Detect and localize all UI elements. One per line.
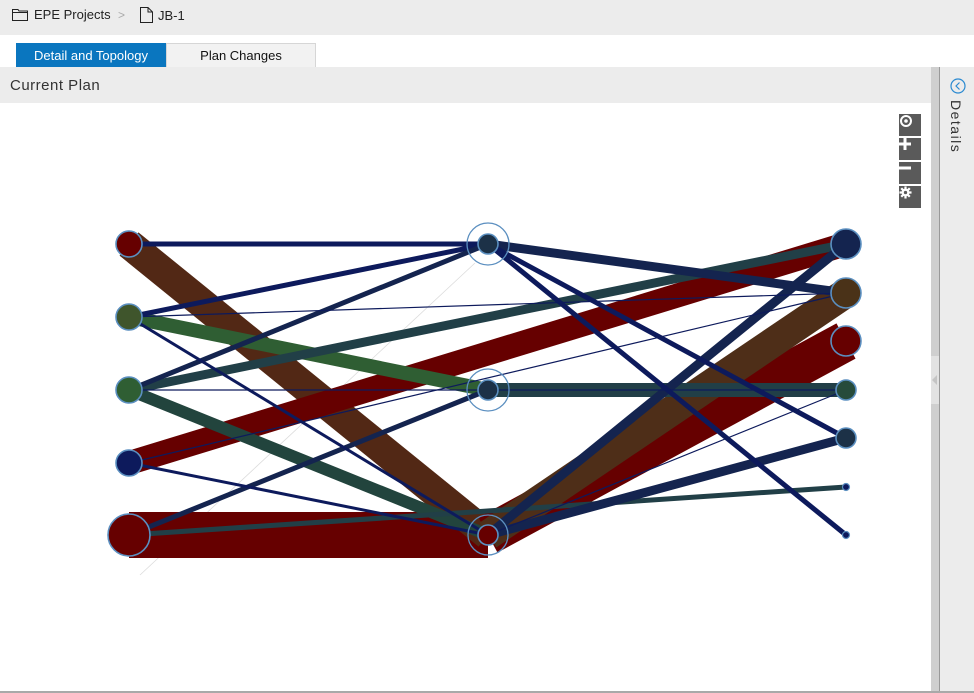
breadcrumb-item-current[interactable]: JB-1 <box>140 7 185 23</box>
target-icon <box>900 115 912 127</box>
chevron-left-circle-icon <box>950 78 966 94</box>
zoom-in-button[interactable] <box>899 138 921 160</box>
node-l4[interactable] <box>115 449 143 477</box>
node-r2[interactable] <box>830 277 862 309</box>
node-m3[interactable] <box>477 524 499 546</box>
node-r4[interactable] <box>835 379 857 401</box>
node-l1[interactable] <box>115 230 143 258</box>
details-toggle-button[interactable] <box>950 78 966 99</box>
breadcrumb-label: JB-1 <box>158 7 185 23</box>
top-bar: EPE Projects > JB-1 <box>0 0 974 35</box>
breadcrumb-separator: > <box>118 8 126 22</box>
breadcrumb-item-projects[interactable]: EPE Projects <box>12 7 111 22</box>
panel-title: Current Plan <box>10 77 101 94</box>
node-m1[interactable] <box>477 233 499 255</box>
node-r7[interactable] <box>841 530 851 540</box>
node-r6[interactable] <box>841 482 851 492</box>
splitter-handle[interactable] <box>931 356 939 404</box>
topology-canvas[interactable] <box>0 103 931 691</box>
zoom-out-button[interactable] <box>899 162 921 184</box>
node-r1[interactable] <box>830 228 862 260</box>
document-icon <box>140 7 153 23</box>
tab-plan-changes[interactable]: Plan Changes <box>166 43 316 67</box>
breadcrumb-label: EPE Projects <box>34 7 111 22</box>
node-r5[interactable] <box>835 427 857 449</box>
node-r3[interactable] <box>830 325 862 357</box>
tab-bar: Detail and Topology Plan Changes <box>0 35 974 67</box>
details-label[interactable]: Details <box>948 100 964 153</box>
minus-icon <box>899 166 911 170</box>
panel-header: Current Plan <box>0 67 931 103</box>
main-panel: Current Plan <box>0 67 931 691</box>
plus-icon <box>899 138 911 150</box>
tab-detail-and-topology[interactable]: Detail and Topology <box>16 43 166 67</box>
node-l2[interactable] <box>115 303 143 331</box>
node-l3[interactable] <box>115 376 143 404</box>
details-side-panel: Details <box>939 67 974 691</box>
collapse-arrow-icon <box>932 375 937 385</box>
node-l5[interactable] <box>107 513 151 557</box>
gear-icon <box>899 186 912 199</box>
fit-view-button[interactable] <box>899 114 921 136</box>
node-m2[interactable] <box>477 379 499 401</box>
topology-graph[interactable] <box>0 103 931 691</box>
settings-button[interactable] <box>899 186 921 208</box>
folder-icon <box>12 8 28 21</box>
